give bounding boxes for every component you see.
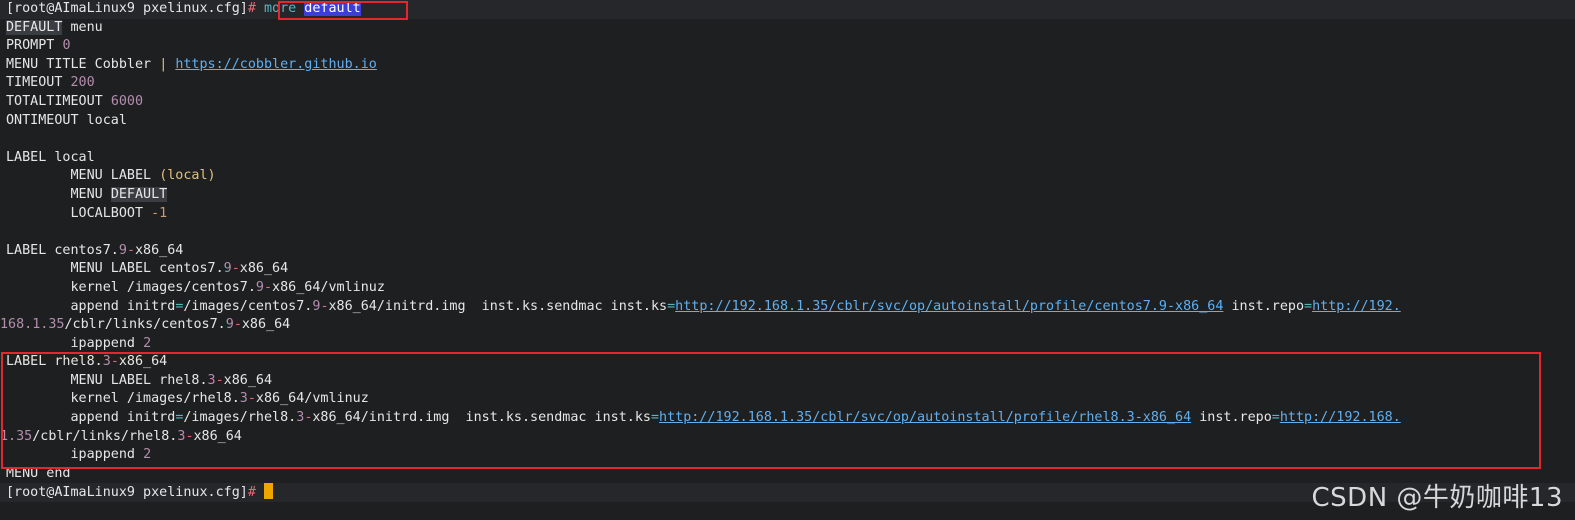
output-line: MENU TITLE Cobbler | https://cobbler.git… bbox=[6, 56, 1575, 75]
line-text: ONTIMEOUT local bbox=[6, 112, 127, 128]
equals: = bbox=[667, 298, 676, 314]
prompt-line-command: [root@AImaLinux9 pxelinux.cfg]# more def… bbox=[0, 0, 1575, 19]
centos-repo-link[interactable]: http://192. bbox=[1312, 299, 1401, 314]
number-value: 9 bbox=[118, 242, 127, 258]
output-line: MENU DEFAULT bbox=[6, 186, 1575, 205]
line-text: inst.repo bbox=[1223, 298, 1305, 314]
text-cursor[interactable] bbox=[263, 483, 273, 500]
keyword-default: DEFAULT bbox=[110, 186, 168, 202]
prompt-text: [root@AImaLinux9 pxelinux.cfg] bbox=[6, 485, 248, 501]
output-line: ipappend 2 bbox=[6, 335, 1575, 354]
number-value: 0 bbox=[62, 38, 71, 54]
line-text: LABEL local bbox=[6, 149, 95, 165]
line-text: /cblr/links/centos7. bbox=[64, 317, 226, 333]
dash: - bbox=[320, 298, 329, 314]
separator: | bbox=[159, 56, 168, 72]
output-line: MENU LABEL (local) bbox=[6, 167, 1575, 186]
line-text: TOTALTIMEOUT bbox=[6, 93, 111, 109]
command-highlight-box bbox=[278, 1, 408, 20]
line-text: /images/centos7. bbox=[183, 298, 313, 314]
line-text: x86_64 bbox=[239, 261, 289, 277]
prompt-text: [root@AImaLinux9 pxelinux.cfg] bbox=[6, 1, 248, 16]
line-text: LOCALBOOT bbox=[6, 205, 152, 221]
output-line: kernel /images/centos7.9-x86_64/vmlinuz bbox=[6, 279, 1575, 298]
number-value: 9 bbox=[255, 279, 264, 295]
line-text: kernel /images/centos7. bbox=[6, 279, 256, 295]
number-value: 168.1.35 bbox=[0, 317, 65, 333]
line-text: MENU LABEL bbox=[6, 168, 160, 184]
output-line: LABEL centos7.9-x86_64 bbox=[6, 242, 1575, 261]
line-text: x86_64 bbox=[135, 242, 184, 258]
output-line: PROMPT 0 bbox=[6, 37, 1575, 56]
line-text: x86_64/vmlinuz bbox=[272, 279, 385, 295]
line-text: LABEL centos7. bbox=[6, 242, 119, 258]
output-line: ONTIMEOUT local bbox=[6, 112, 1575, 131]
output-line: TOTALTIMEOUT 6000 bbox=[6, 93, 1575, 112]
line-text: append initrd bbox=[6, 298, 176, 314]
keyword-default: DEFAULT bbox=[6, 19, 63, 35]
line-text: TIMEOUT bbox=[6, 75, 71, 91]
number-value: 9 bbox=[225, 317, 234, 333]
line-text: x86_64/initrd.img inst.ks.sendmac inst.k… bbox=[328, 298, 668, 314]
rhel-block-highlight-box bbox=[1, 352, 1541, 469]
equals: = bbox=[1304, 298, 1313, 314]
centos-kickstart-link[interactable]: http://192.168.1.35/cblr/svc/op/autoinst… bbox=[675, 299, 1223, 314]
terminal-window[interactable]: [root@AImaLinux9 pxelinux.cfg]# more def… bbox=[0, 0, 1575, 520]
dash: - bbox=[231, 261, 240, 277]
prompt-hash: # bbox=[247, 485, 256, 501]
dash: - bbox=[263, 279, 273, 295]
output-line: LABEL local bbox=[6, 149, 1575, 168]
line-text: MENU bbox=[6, 186, 111, 202]
line-text: PROMPT bbox=[6, 38, 63, 54]
number-value: 9 bbox=[223, 261, 232, 277]
output-line: LOCALBOOT -1 bbox=[6, 205, 1575, 224]
cobbler-link[interactable]: https://cobbler.github.io bbox=[175, 57, 377, 72]
output-line: 168.1.35/cblr/links/centos7.9-x86_64 bbox=[0, 316, 1575, 335]
paren-value: (local) bbox=[159, 168, 216, 184]
number-value: -1 bbox=[151, 205, 168, 221]
line-text: ipappend bbox=[6, 335, 144, 351]
output-line: MENU LABEL centos7.9-x86_64 bbox=[6, 260, 1575, 279]
csdn-watermark: CSDN @牛奶咖啡13 bbox=[1311, 483, 1563, 514]
prompt-hash: # bbox=[247, 1, 256, 16]
number-value: 200 bbox=[70, 75, 95, 91]
number-value: 6000 bbox=[110, 93, 144, 109]
dash: - bbox=[233, 317, 242, 333]
line-text: MENU LABEL centos7. bbox=[6, 261, 224, 277]
line-text: MENU TITLE Cobbler bbox=[6, 56, 160, 72]
output-line: DEFAULT menu bbox=[6, 19, 1575, 38]
line-text: x86_64 bbox=[241, 317, 291, 333]
dash: - bbox=[126, 242, 135, 258]
output-line: append initrd=/images/centos7.9-x86_64/i… bbox=[6, 298, 1575, 317]
number-value: 2 bbox=[143, 335, 152, 351]
output-line: TIMEOUT 200 bbox=[6, 74, 1575, 93]
line-text: menu bbox=[62, 19, 103, 35]
